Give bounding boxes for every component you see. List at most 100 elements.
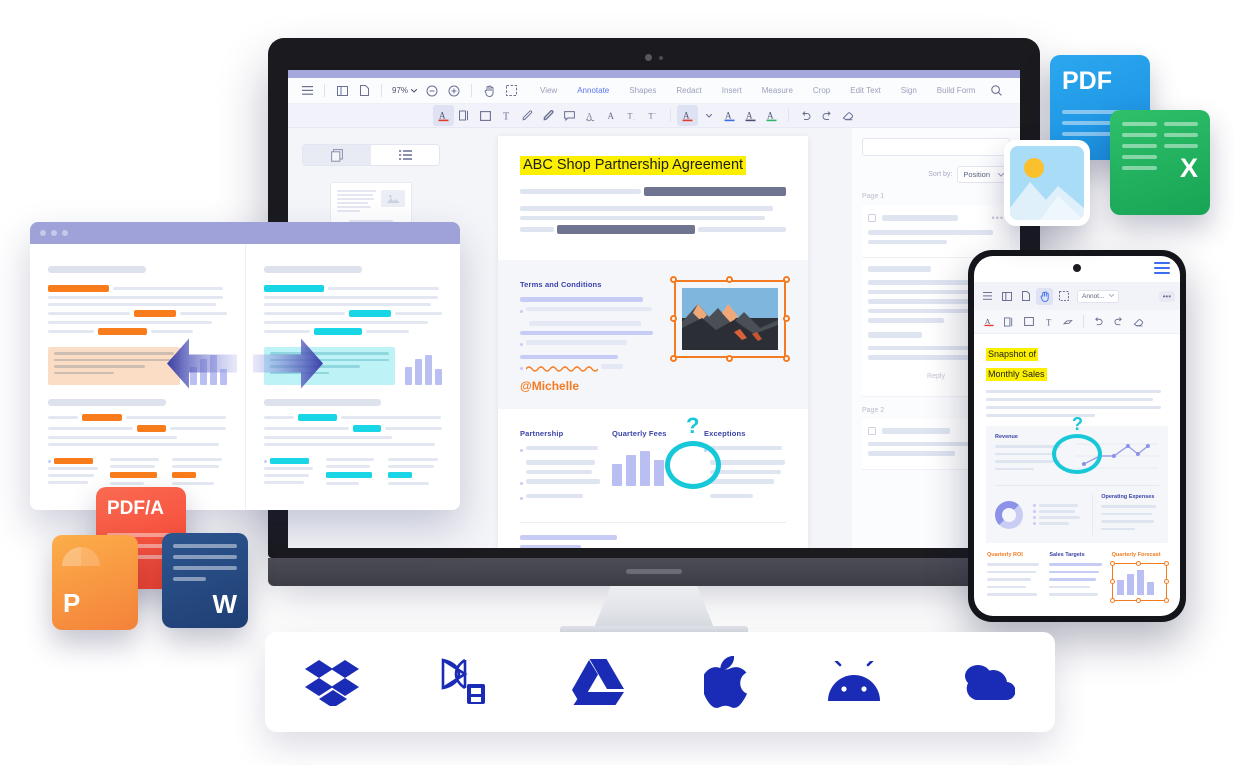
mobile-tool-select[interactable]: Annot...: [1077, 289, 1120, 303]
word-badge: W: [162, 533, 248, 628]
svg-text:A: A: [746, 110, 753, 120]
subscript-icon[interactable]: T.: [622, 105, 643, 126]
select-area-icon[interactable]: [1055, 288, 1072, 305]
mobile-document[interactable]: Snapshot of Monthly Sales Revenue Operat…: [974, 334, 1180, 611]
outline-view-icon[interactable]: [371, 145, 439, 165]
tab-edit-text[interactable]: Edit Text: [840, 82, 891, 99]
comment-checkbox[interactable]: [868, 426, 876, 435]
sales-targets-column: Sales Targets: [1049, 552, 1104, 601]
comment-search-input[interactable]: [862, 138, 1010, 156]
android-icon[interactable]: [828, 661, 881, 703]
excel-badge-label: X: [1179, 153, 1198, 183]
rectangle-icon[interactable]: [475, 105, 496, 126]
pen-icon[interactable]: [517, 105, 538, 126]
monitor-stand-neck: [594, 586, 714, 628]
search-icon[interactable]: [985, 80, 1007, 102]
selected-image[interactable]: [670, 276, 790, 363]
hamburger-menu-icon[interactable]: [1154, 261, 1170, 277]
document-header-section: ABC Shop Partnership Agreement: [498, 136, 808, 260]
comment-menu-icon[interactable]: •••: [992, 213, 1004, 223]
highlight-text-icon[interactable]: A: [433, 105, 454, 126]
svg-text:A: A: [587, 111, 593, 120]
apple-icon[interactable]: [704, 656, 748, 708]
hand-icon[interactable]: [478, 80, 500, 102]
squiggly-icon[interactable]: A: [580, 105, 601, 126]
tab-redact[interactable]: Redact: [666, 82, 711, 99]
svg-text:T: T: [627, 112, 632, 121]
note-icon[interactable]: [559, 105, 580, 126]
box-sharepoint-icon[interactable]: [439, 656, 491, 708]
traffic-light-icon: [51, 230, 57, 236]
tab-measure[interactable]: Measure: [752, 82, 803, 99]
strike-color-icon[interactable]: A: [740, 105, 761, 126]
text-icon[interactable]: T: [1040, 313, 1057, 330]
mobile-device: Annot... ••• A T Snapshot of Monthly Sal…: [968, 250, 1186, 622]
eraser-icon[interactable]: [837, 105, 858, 126]
svg-text:T: T: [503, 112, 509, 122]
superscript-icon[interactable]: T-: [643, 105, 664, 126]
undo-icon[interactable]: [795, 105, 816, 126]
undo-icon[interactable]: [1090, 313, 1107, 330]
redo-icon[interactable]: [1110, 313, 1127, 330]
text-box-icon[interactable]: [1000, 313, 1017, 330]
chevron-down-icon[interactable]: [698, 105, 719, 126]
sidebar-icon[interactable]: [998, 288, 1015, 305]
page-icon[interactable]: [1017, 288, 1034, 305]
copy-icon[interactable]: [1017, 80, 1020, 102]
question-mark-annotation: ?: [1072, 414, 1083, 434]
svg-text:A: A: [439, 110, 446, 120]
zoom-out-icon[interactable]: [421, 80, 443, 102]
pane-mode-toggle[interactable]: [302, 144, 440, 166]
thumbnail-view-icon[interactable]: [303, 145, 371, 165]
tab-shapes[interactable]: Shapes: [619, 82, 666, 99]
strikethrough-icon[interactable]: A: [601, 105, 622, 126]
tab-sign[interactable]: Sign: [891, 82, 927, 99]
comment-checkbox[interactable]: [868, 214, 876, 222]
sort-select[interactable]: Position: [957, 166, 1010, 183]
zoom-control[interactable]: 97%: [388, 86, 421, 95]
tab-view[interactable]: View: [530, 82, 567, 99]
sales-targets-label: Sales Targets: [1049, 552, 1085, 558]
menu-icon[interactable]: [296, 80, 318, 102]
menu-icon[interactable]: [979, 288, 996, 305]
document-pane: ABC Shop Partnership Agreement Terms and…: [454, 128, 852, 548]
text-icon[interactable]: T: [496, 105, 517, 126]
mobile-screen: Annot... ••• A T Snapshot of Monthly Sal…: [974, 256, 1180, 616]
eraser-icon[interactable]: [1130, 313, 1147, 330]
onedrive-icon[interactable]: [961, 663, 1015, 701]
document-page[interactable]: ABC Shop Partnership Agreement Terms and…: [498, 136, 808, 548]
column-exceptions: Exceptions: [704, 429, 786, 509]
column-heading: Exceptions: [704, 428, 746, 438]
tab-annotate[interactable]: Annotate: [567, 82, 619, 99]
tab-insert[interactable]: Insert: [712, 82, 752, 99]
redo-icon[interactable]: [816, 105, 837, 126]
mention-annotation: @Michelle: [520, 378, 580, 393]
quarterly-forecast-column: Quarterly Forecast: [1109, 552, 1169, 603]
forecast-selected-chart[interactable]: [1109, 561, 1169, 603]
rectangle-icon[interactable]: [1020, 313, 1037, 330]
marker-icon[interactable]: [538, 105, 559, 126]
highlight-color-icon[interactable]: A: [761, 105, 782, 126]
column-quarterly-fees: Quarterly Fees: [612, 429, 694, 509]
mobile-more-icon[interactable]: •••: [1158, 290, 1175, 302]
marker-icon[interactable]: [1060, 313, 1077, 330]
google-drive-icon[interactable]: [571, 659, 624, 705]
sidebar-icon[interactable]: [331, 80, 353, 102]
highlight-text-icon[interactable]: A: [980, 313, 997, 330]
select-area-icon[interactable]: [500, 80, 522, 102]
text-color-icon[interactable]: A: [677, 105, 698, 126]
pdfa-badge-label: PDF/A: [107, 498, 164, 519]
mobile-title-line2: Monthly Sales: [986, 368, 1047, 381]
zoom-in-icon[interactable]: [443, 80, 465, 102]
tab-build-form[interactable]: Build Form: [927, 82, 986, 99]
text-box-icon[interactable]: [454, 105, 475, 126]
page-icon[interactable]: [353, 80, 375, 102]
mobile-bottom-columns: Quarterly ROI Sales Targets Quarterly Fo…: [986, 552, 1169, 603]
tab-crop[interactable]: Crop: [803, 82, 840, 99]
svg-text:.: .: [633, 117, 634, 121]
squiggly-annotation: [526, 366, 598, 373]
hand-icon[interactable]: [1036, 287, 1053, 305]
underline-color-icon[interactable]: A: [719, 105, 740, 126]
dropbox-icon[interactable]: [305, 658, 360, 706]
revenue-line-chart: [1076, 443, 1159, 469]
